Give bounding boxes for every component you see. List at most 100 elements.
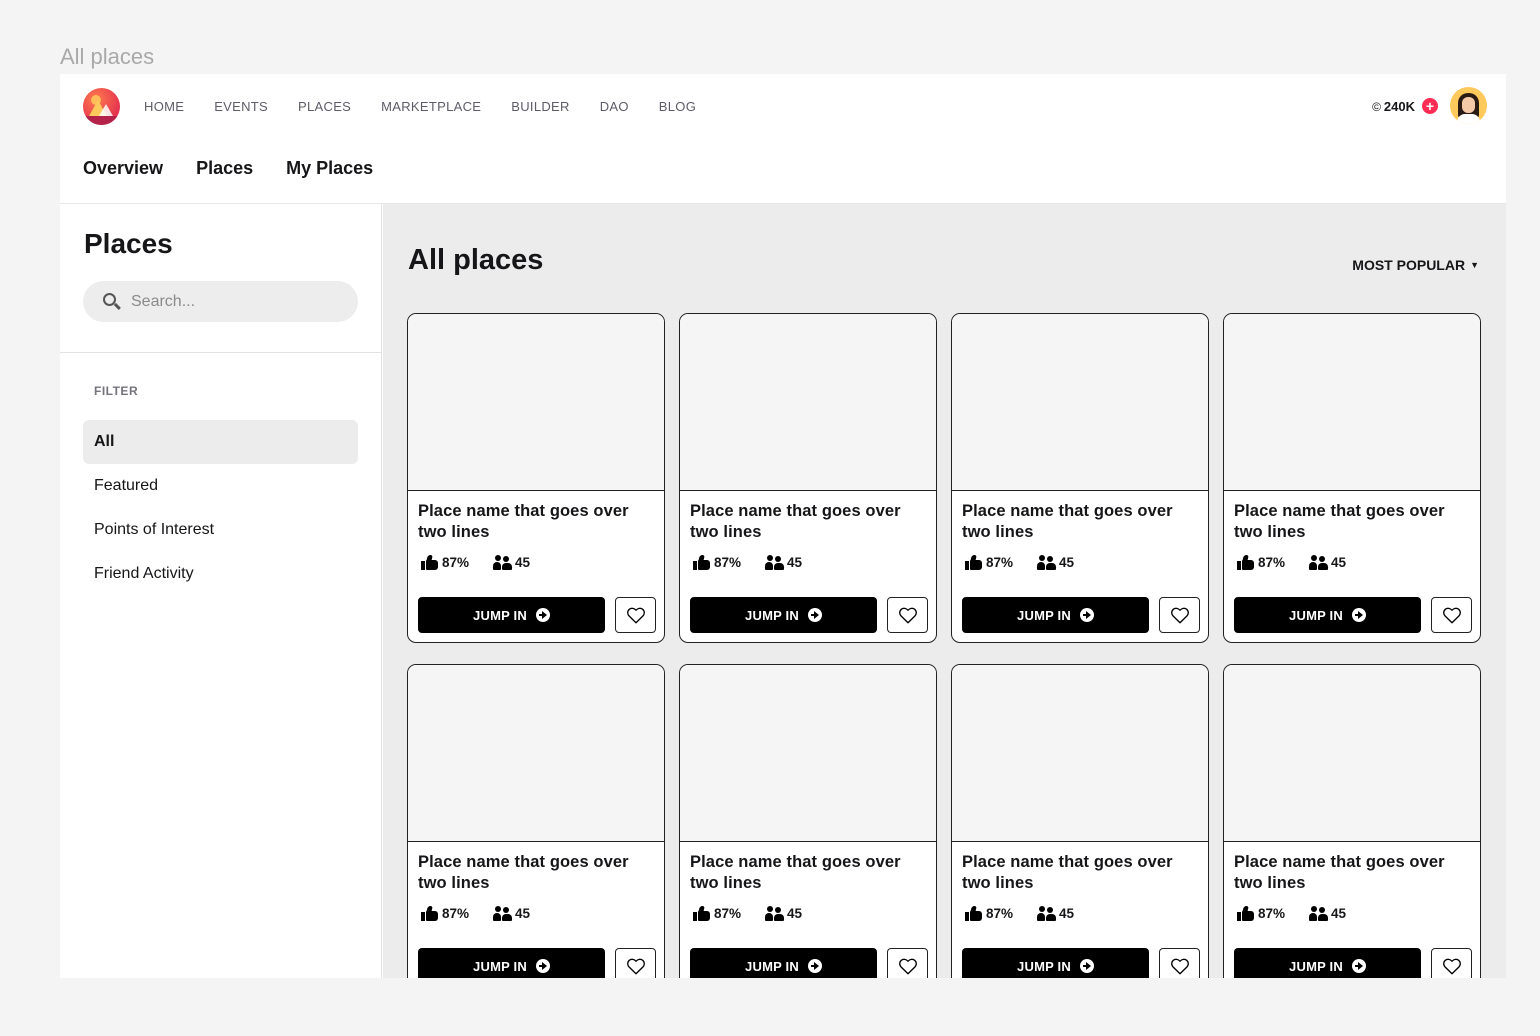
place-rating: 87% — [714, 906, 742, 921]
place-card[interactable]: Place name that goes over two lines 87% 45… — [407, 313, 665, 643]
heart-icon — [1170, 607, 1189, 624]
place-card[interactable]: Place name that goes over two lines 87% 45… — [1223, 664, 1481, 978]
users-icon-b2-shape — [1318, 914, 1329, 921]
arrow-right-circle-icon — [1351, 959, 1366, 973]
place-user-count: 45 — [787, 555, 803, 570]
users-icon-h1-shape — [1311, 555, 1318, 561]
place-card[interactable]: Place name that goes over two lines 87% 45… — [679, 313, 937, 643]
jump-in-label: JUMP IN — [745, 607, 799, 623]
jump-in-button[interactable]: JUMP IN — [418, 597, 605, 633]
tab-places[interactable]: Places — [196, 158, 254, 206]
filter-item-all[interactable]: All — [83, 420, 358, 464]
favorite-button[interactable] — [1159, 948, 1200, 978]
place-thumbnail — [408, 665, 664, 842]
heart-outline-shape — [1442, 958, 1461, 975]
jump-in-button[interactable]: JUMP IN — [418, 948, 605, 978]
nav-item-builder[interactable]: BUILDER — [511, 99, 569, 114]
section-tabs: Overview Places My Places — [83, 158, 406, 206]
users-icon-h1-shape — [495, 555, 502, 561]
users-icon-h2-shape — [775, 556, 782, 562]
heart-icon — [626, 607, 645, 624]
user-avatar[interactable] — [1450, 87, 1487, 124]
users-icon-b1-shape — [493, 913, 502, 921]
nav-item-marketplace[interactable]: MARKETPLACE — [381, 99, 481, 114]
place-card[interactable]: Place name that goes over two lines 87% 45… — [1223, 313, 1481, 643]
place-card[interactable]: Place name that goes over two lines 87% 45… — [679, 664, 937, 978]
place-card[interactable]: Place name that goes over two lines 87% 45… — [407, 664, 665, 978]
app-window: HOME EVENTS PLACES MARKETPLACE BUILDER DAO BLO… — [60, 74, 1506, 978]
place-stats: 87% 45 — [693, 555, 802, 570]
place-card[interactable]: Place name that goes over two lines 87% 45… — [951, 313, 1209, 643]
thumbs-up-icon — [1237, 906, 1254, 921]
favorite-button[interactable] — [1431, 948, 1472, 978]
arrow-right-circle-icon — [807, 608, 822, 622]
favorite-button[interactable] — [887, 597, 928, 633]
nav-item-dao[interactable]: DAO — [600, 99, 629, 114]
nav-item-home[interactable]: HOME — [144, 99, 184, 114]
place-thumbnail — [408, 314, 664, 491]
logo-base-shape — [83, 116, 120, 125]
arrow-right-circle-icon — [1079, 959, 1094, 973]
users-icon-b1-shape — [1037, 562, 1046, 570]
search-icon — [103, 293, 116, 306]
nav-item-events[interactable]: EVENTS — [214, 99, 268, 114]
jump-in-button[interactable]: JUMP IN — [1234, 597, 1421, 633]
jump-in-button[interactable]: JUMP IN — [962, 948, 1149, 978]
users-icon-b1-shape — [765, 913, 774, 921]
favorite-button[interactable] — [1159, 597, 1200, 633]
tab-my-places[interactable]: My Places — [286, 158, 373, 203]
add-funds-icon[interactable]: + — [1422, 98, 1438, 114]
heart-outline-shape — [898, 958, 917, 975]
search-input[interactable] — [131, 281, 341, 322]
thumbs-up-cuff-shape — [693, 561, 697, 570]
jump-in-label: JUMP IN — [473, 958, 527, 974]
users-icon — [493, 906, 513, 921]
favorite-button[interactable] — [615, 597, 656, 633]
sort-dropdown[interactable]: MOST POPULAR ▼ — [1352, 257, 1479, 273]
place-thumbnail — [1224, 314, 1480, 491]
heart-outline-shape — [1170, 958, 1189, 975]
search-box[interactable] — [83, 281, 358, 322]
jump-in-button[interactable]: JUMP IN — [690, 597, 877, 633]
users-icon-b2-shape — [1318, 563, 1329, 570]
mana-balance-value: 240K — [1383, 99, 1415, 114]
heart-outline-shape — [1170, 607, 1189, 624]
decentraland-logo-icon[interactable] — [83, 88, 120, 125]
favorite-button[interactable] — [887, 948, 928, 978]
tab-overview[interactable]: Overview — [83, 158, 163, 203]
users-icon — [1309, 555, 1329, 570]
favorite-button[interactable] — [1431, 597, 1472, 633]
nav-item-places[interactable]: PLACES — [298, 99, 351, 114]
jump-in-button[interactable]: JUMP IN — [690, 948, 877, 978]
thumbs-up-icon — [693, 906, 710, 921]
heart-outline-shape — [898, 607, 917, 624]
jump-in-button[interactable]: JUMP IN — [962, 597, 1149, 633]
place-name: Place name that goes over two lines — [418, 502, 629, 541]
filter-label: FILTER — [94, 384, 139, 398]
filter-item-friend-activity[interactable]: Friend Activity — [83, 552, 358, 596]
page-title: All places — [408, 244, 544, 276]
place-rating: 87% — [1258, 555, 1286, 570]
heart-icon — [898, 607, 917, 624]
arrow-right-circle-icon — [1079, 608, 1094, 622]
users-icon-b2-shape — [502, 563, 513, 570]
jump-in-label: JUMP IN — [1017, 958, 1071, 974]
filter-item-points-of-interest[interactable]: Points of Interest — [83, 508, 358, 552]
users-icon-h2-shape — [1319, 556, 1326, 562]
arrow-right-circle-icon — [535, 959, 550, 973]
caret-down-icon: ▼ — [1470, 260, 1479, 270]
place-rating: 87% — [986, 555, 1014, 570]
nav-item-blog[interactable]: BLOG — [659, 99, 696, 114]
place-name: Place name that goes over two lines — [1234, 502, 1445, 541]
users-icon-h2-shape — [1319, 907, 1326, 913]
thumbs-up-cuff-shape — [1237, 912, 1241, 921]
favorite-button[interactable] — [615, 948, 656, 978]
filter-item-featured[interactable]: Featured — [83, 464, 358, 508]
users-icon-b1-shape — [493, 562, 502, 570]
users-icon-h1-shape — [1039, 555, 1046, 561]
users-icon-h2-shape — [1047, 556, 1054, 562]
place-name: Place name that goes over two lines — [690, 502, 901, 541]
place-card[interactable]: Place name that goes over two lines 87% 45… — [951, 664, 1209, 978]
jump-in-button[interactable]: JUMP IN — [1234, 948, 1421, 978]
thumbs-up-icon — [965, 555, 982, 570]
